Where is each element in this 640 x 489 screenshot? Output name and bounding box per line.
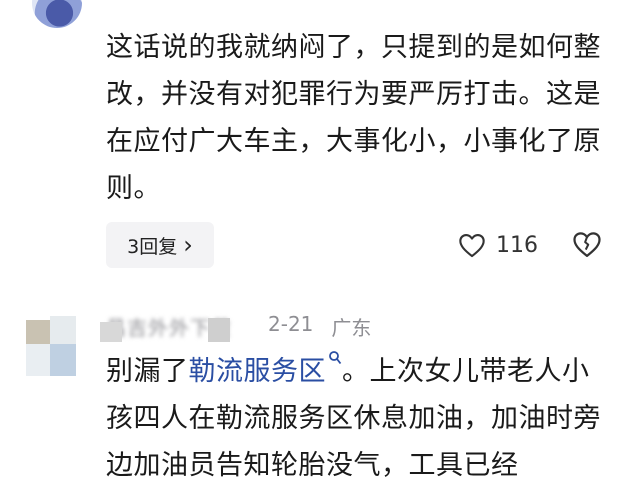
search-link-text: 勒流服务区 [188,356,326,387]
broken-heart-icon[interactable] [572,230,602,258]
like-button[interactable]: 116 [458,226,538,264]
mosaic-block [208,318,230,342]
comment-location: 广东 [331,316,372,340]
avatar[interactable] [26,312,76,376]
comment-meta: 2-21 广东 [268,312,371,341]
heart-outline-icon [459,234,485,258]
search-link[interactable]: 勒流服务区 [188,351,343,387]
reply-count-label: 3回复 [127,235,178,258]
comment-text-before: 别漏了 [106,356,189,387]
comment-text: 别漏了勒流服务区 。上次女儿带老人小孩四人在勒流服务区休息加油，加油时旁边加油员告… [106,348,606,489]
view-replies-button[interactable]: 3回复 › [106,222,214,268]
comment-date: 2-21 [268,312,314,336]
search-icon [329,351,342,365]
chevron-right-icon: › [183,231,193,259]
like-count: 116 [496,232,538,258]
avatar[interactable] [32,0,82,28]
comment-text: 这话说的我就纳闷了，只提到的是如何整改，并没有对犯罪行为要严厉打击。这是在应付广… [106,32,601,204]
mosaic-block [100,322,122,342]
